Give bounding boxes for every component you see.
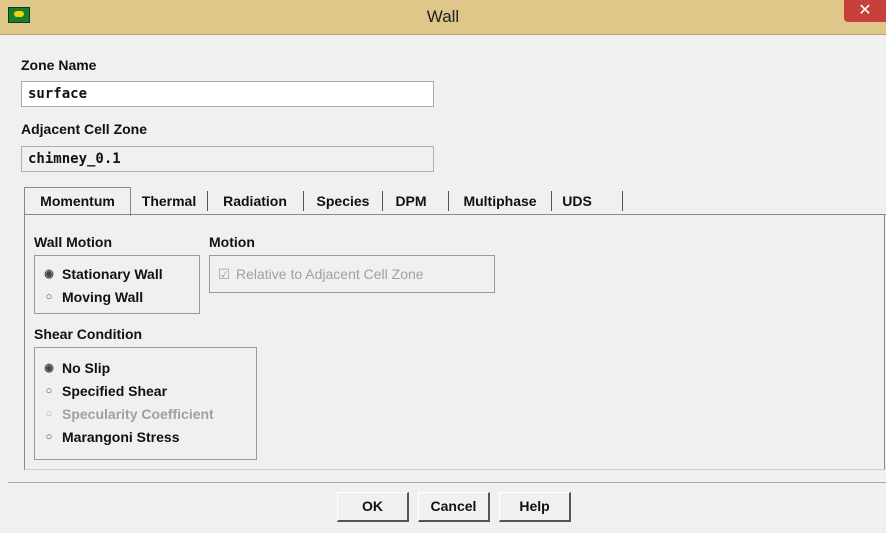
tab-dpm[interactable]: DPM	[385, 188, 437, 214]
stationary-wall-label: Stationary Wall	[62, 266, 163, 282]
wall-motion-label: Wall Motion	[34, 234, 113, 250]
tab-separator	[448, 191, 449, 211]
radio-unselected-icon: ○	[45, 431, 53, 443]
tab-separator	[303, 191, 304, 211]
radio-unselected-icon: ○	[45, 408, 53, 420]
ok-button[interactable]: OK	[337, 492, 409, 522]
zone-name-label: Zone Name	[21, 57, 97, 73]
relative-to-adjacent-checkbox: ☑ Relative to Adjacent Cell Zone	[217, 264, 424, 284]
adjacent-cell-zone-field: chimney_0.1	[21, 146, 434, 172]
marangoni-stress-radio[interactable]: ○ Marangoni Stress	[42, 427, 180, 447]
radio-unselected-icon: ○	[45, 385, 53, 397]
specified-shear-radio[interactable]: ○ Specified Shear	[42, 381, 167, 401]
moving-wall-label: Moving Wall	[62, 289, 144, 305]
no-slip-label: No Slip	[62, 360, 111, 376]
stationary-wall-radio[interactable]: ◉ Stationary Wall	[42, 264, 163, 284]
adjacent-cell-zone-label: Adjacent Cell Zone	[21, 121, 148, 137]
moving-wall-radio[interactable]: ○ Moving Wall	[42, 287, 143, 307]
close-button[interactable]: ✕	[844, 0, 886, 22]
tab-thermal[interactable]: Thermal	[134, 188, 204, 214]
relative-to-adjacent-label: Relative to Adjacent Cell Zone	[236, 266, 424, 282]
tab-uds[interactable]: UDS	[554, 188, 600, 214]
help-button[interactable]: Help	[499, 492, 571, 522]
shear-condition-label: Shear Condition	[34, 326, 143, 342]
tab-radiation[interactable]: Radiation	[210, 188, 300, 214]
motion-label: Motion	[209, 234, 255, 250]
radio-unselected-icon: ○	[45, 291, 53, 303]
cancel-button[interactable]: Cancel	[418, 492, 490, 522]
specified-shear-label: Specified Shear	[62, 383, 168, 399]
tab-separator	[382, 191, 383, 211]
tab-multiphase[interactable]: Multiphase	[451, 188, 549, 214]
radio-selected-icon: ◉	[44, 268, 54, 280]
no-slip-radio[interactable]: ◉ No Slip	[42, 358, 110, 378]
zone-name-input[interactable]: surface	[21, 81, 434, 107]
radio-selected-icon: ◉	[44, 362, 54, 374]
tab-separator	[551, 191, 552, 211]
button-bar-separator	[8, 482, 886, 483]
specularity-coefficient-radio: ○ Specularity Coefficient	[42, 404, 214, 424]
tab-momentum[interactable]: Momentum	[24, 187, 131, 216]
specularity-coefficient-label: Specularity Coefficient	[62, 406, 214, 422]
checkbox-checked-icon: ☑	[217, 266, 231, 282]
tab-species[interactable]: Species	[306, 188, 380, 214]
window-title: Wall	[426, 7, 460, 26]
tab-separator	[622, 191, 623, 211]
title-bar: Wall ✕	[0, 0, 886, 35]
tab-separator	[207, 191, 208, 211]
marangoni-stress-label: Marangoni Stress	[62, 429, 180, 445]
